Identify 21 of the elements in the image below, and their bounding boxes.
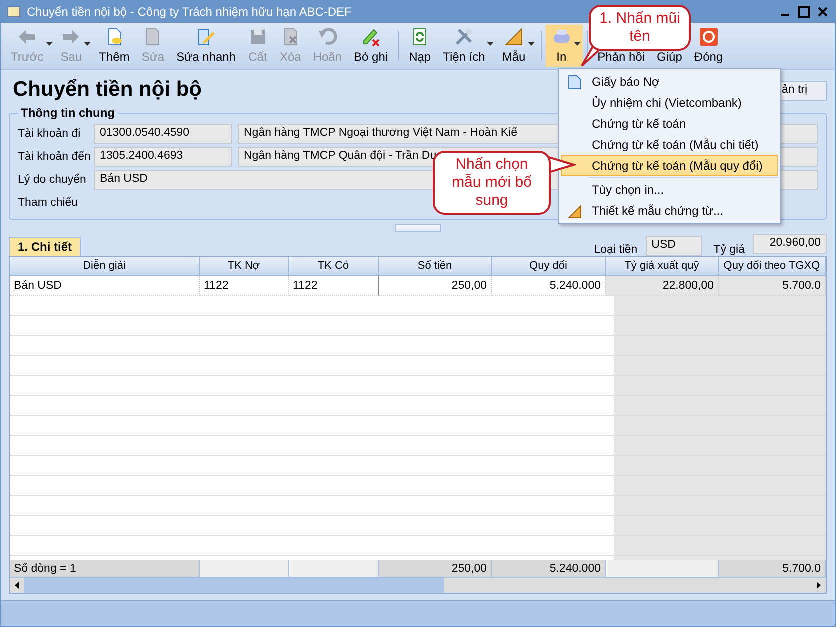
table-cell: 250,00 <box>379 276 492 296</box>
footer-cell: 5.700.0 <box>719 560 826 578</box>
field-label: Tài khoản đi <box>18 128 82 140</box>
table-cell: Bán USD <box>10 276 200 296</box>
table-cell: 5.700.0 <box>719 276 826 296</box>
group-title: Thông tin chung <box>20 106 116 120</box>
field-label: Lý do chuyển <box>18 174 88 186</box>
table-cell: 22.800,00 <box>606 276 719 296</box>
field-label: Tài khoản đến <box>18 151 88 164</box>
page-heading: Chuyển tiền nội bộ <box>13 78 202 102</box>
table-cell: 5.240.000 <box>492 276 606 296</box>
window-title: Chuyển tiền nội bộ - Công ty Trách nhiệm hữu hạn ABC-DEF <box>27 4 352 19</box>
footer-cell: Số dòng = 1 <box>10 560 200 578</box>
table-cell: 1122 <box>200 276 289 296</box>
callout-tooltip: 1. Nhấn mũi tên <box>589 5 691 51</box>
rate-label: Tỷ giá <box>714 244 745 256</box>
field-label: Tham chiếu <box>18 197 80 210</box>
footer-cell: 250,00 <box>379 560 492 578</box>
footer-cell: 5.240.000 <box>492 560 606 578</box>
table-cell: 1122 <box>289 276 379 296</box>
currency-label: Loại tiền <box>594 244 638 256</box>
